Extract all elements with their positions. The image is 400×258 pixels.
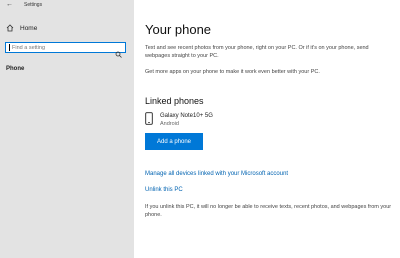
page-title: Your phone	[145, 22, 212, 37]
phone-icon	[145, 112, 153, 130]
text-caret	[9, 44, 10, 51]
linked-phones-heading: Linked phones	[145, 96, 204, 106]
search-placeholder: Find a setting	[12, 44, 46, 51]
home-icon	[6, 24, 14, 32]
unlink-note-text: If you unlink this PC, it will no longer…	[145, 204, 392, 218]
main-content: Your phone Text and see recent photos fr…	[134, 0, 400, 258]
add-phone-button[interactable]: Add a phone	[145, 133, 203, 150]
sidebar-item-phone[interactable]: Phone	[6, 66, 24, 72]
more-apps-text: Get more apps on your phone to make it w…	[145, 69, 320, 75]
unlink-pc-link[interactable]: Unlink this PC	[145, 187, 183, 193]
search-input[interactable]: Find a setting	[5, 42, 126, 58]
home-nav-item[interactable]: Home	[6, 24, 37, 32]
title-bar: ← Settings	[0, 0, 134, 12]
sidebar: ← Settings Home Find a setting Phone	[0, 0, 134, 258]
manage-devices-link[interactable]: Manage all devices linked with your Micr…	[145, 171, 288, 177]
device-name: Galaxy Note10+ 5G	[160, 113, 213, 119]
back-arrow-icon[interactable]: ←	[6, 1, 13, 9]
home-label: Home	[20, 24, 38, 32]
description-text: Text and see recent photos from your pho…	[145, 45, 369, 59]
search-icon[interactable]	[115, 45, 122, 63]
window-title: Settings	[24, 2, 43, 8]
device-os: Android	[160, 121, 179, 127]
